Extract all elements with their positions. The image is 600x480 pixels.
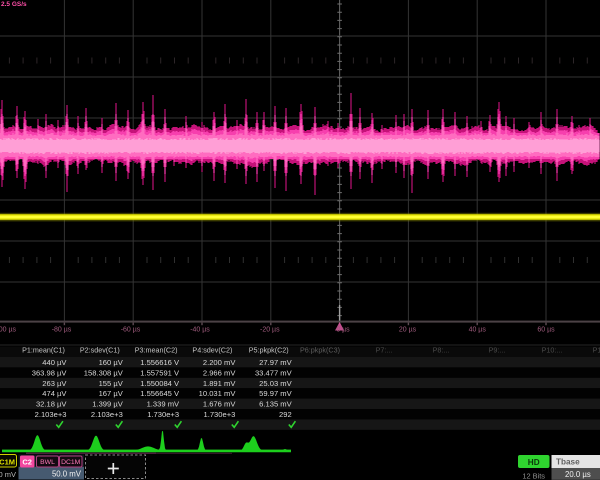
svg-text:BWL: BWL xyxy=(40,459,55,466)
svg-text:DC1M: DC1M xyxy=(61,459,81,466)
svg-text:0 mV: 0 mV xyxy=(0,470,16,479)
svg-text:12 Bits: 12 Bits xyxy=(522,471,545,480)
svg-text:Tbase: Tbase xyxy=(556,458,580,467)
svg-text:50.0 mV: 50.0 mV xyxy=(52,470,82,479)
svg-text:20.0 µs: 20.0 µs xyxy=(565,470,591,479)
svg-text:HD: HD xyxy=(528,458,540,467)
svg-text:DC1M: DC1M xyxy=(0,457,15,466)
svg-text:C2: C2 xyxy=(22,458,32,467)
